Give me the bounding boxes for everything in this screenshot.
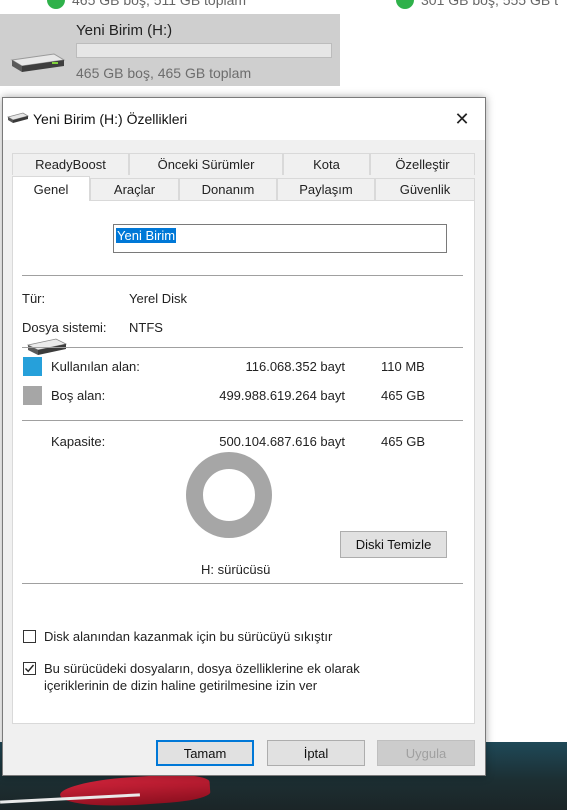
check-icon (47, 0, 65, 9)
usage-donut-chart (186, 452, 272, 538)
drive-caption: H: sürücüsü (201, 562, 271, 577)
tab-tools[interactable]: Araçlar (90, 178, 179, 200)
explorer-partial-row: 465 GB boş, 511 GB toplam 301 GB boş, 55… (0, 0, 567, 10)
type-value: Yerel Disk (129, 291, 188, 306)
close-icon: ✕ (454, 108, 470, 129)
tab-general[interactable]: Genel (12, 176, 90, 201)
tab-label: Araçlar (113, 182, 156, 197)
apply-button[interactable]: Uygula (377, 740, 475, 766)
properties-dialog: Yeni Birim (H:) Özellikleri ✕ ReadyBoost… (2, 97, 486, 776)
disk-cleanup-label: Diski Temizle (355, 537, 432, 552)
drive-free-text: 465 GB boş, 465 GB toplam (76, 65, 252, 81)
filesystem-label: Dosya sistemi: (22, 320, 107, 335)
tab-label: Güvenlik (399, 182, 451, 197)
index-label-line2: içeriklerinin de dizin haline getirilmes… (44, 678, 318, 693)
separator (22, 275, 463, 276)
capacity-bytes: 500.104.687.616 bayt (219, 434, 345, 449)
partial-drive-text: 465 GB boş, 511 GB toplam (72, 0, 247, 8)
partial-drive-text: 301 GB boş, 555 GB t (421, 0, 558, 8)
tab-label: Paylaşım (299, 182, 353, 197)
tab-label: Özelleştir (395, 157, 450, 172)
tab-readyboost[interactable]: ReadyBoost (12, 153, 129, 175)
filesystem-value: NTFS (129, 320, 163, 335)
compress-checkbox[interactable] (23, 630, 36, 643)
tab-security[interactable]: Güvenlik (375, 178, 475, 200)
used-space-swatch (23, 357, 42, 376)
index-checkbox[interactable] (23, 662, 36, 675)
apply-label: Uygula (405, 745, 447, 761)
free-space-size: 465 GB (381, 388, 426, 403)
drive-name: Yeni Birim (H:) (76, 22, 173, 39)
hard-drive-icon (8, 52, 66, 77)
separator (22, 583, 463, 584)
check-icon (396, 0, 414, 9)
wallpaper-shape (59, 771, 211, 810)
cancel-label: İptal (303, 745, 329, 761)
checkmark-icon (24, 664, 35, 673)
free-space-swatch (23, 386, 42, 405)
drive-usage-bar (76, 43, 332, 58)
drive-tile-h[interactable]: Yeni Birim (H:) 465 GB boş, 465 GB topla… (0, 14, 340, 86)
tab-label: Genel (33, 181, 69, 197)
disk-cleanup-button[interactable]: Diski Temizle (340, 531, 447, 558)
cancel-button[interactable]: İptal (267, 740, 365, 766)
ok-label: Tamam (183, 745, 227, 761)
free-space-bytes: 499.988.619.264 bayt (219, 388, 345, 403)
ok-button[interactable]: Tamam (156, 740, 254, 766)
separator (22, 420, 463, 421)
tab-customize[interactable]: Özelleştir (370, 153, 475, 175)
compress-label: Disk alanından kazanmak için bu sürücüyü… (44, 629, 333, 644)
tab-quota[interactable]: Kota (283, 153, 370, 175)
used-space-bytes: 116.068.352 bayt (245, 359, 345, 374)
tab-label: Önceki Sürümler (157, 157, 255, 172)
title-bar[interactable]: Yeni Birim (H:) Özellikleri ✕ (3, 98, 485, 140)
drive-icon (6, 112, 30, 127)
dialog-title: Yeni Birim (H:) Özellikleri (33, 111, 188, 127)
tab-label: Donanım (201, 182, 255, 197)
volume-name-input[interactable]: Yeni Birim (113, 224, 447, 253)
tab-previous-versions[interactable]: Önceki Sürümler (129, 153, 283, 175)
free-space-label: Boş alan: (51, 388, 106, 403)
tab-sharing[interactable]: Paylaşım (277, 178, 375, 200)
volume-name-text: Yeni Birim (116, 228, 177, 243)
type-label: Tür: (22, 291, 46, 306)
used-space-label: Kullanılan alan: (51, 359, 140, 374)
used-space-size: 110 MB (381, 359, 425, 374)
tab-label: Kota (313, 157, 340, 172)
tab-label: ReadyBoost (35, 157, 106, 172)
capacity-label: Kapasite: (51, 434, 106, 449)
close-button[interactable]: ✕ (439, 98, 485, 140)
tab-hardware[interactable]: Donanım (179, 178, 277, 200)
separator (22, 347, 463, 348)
capacity-size: 465 GB (381, 434, 426, 449)
